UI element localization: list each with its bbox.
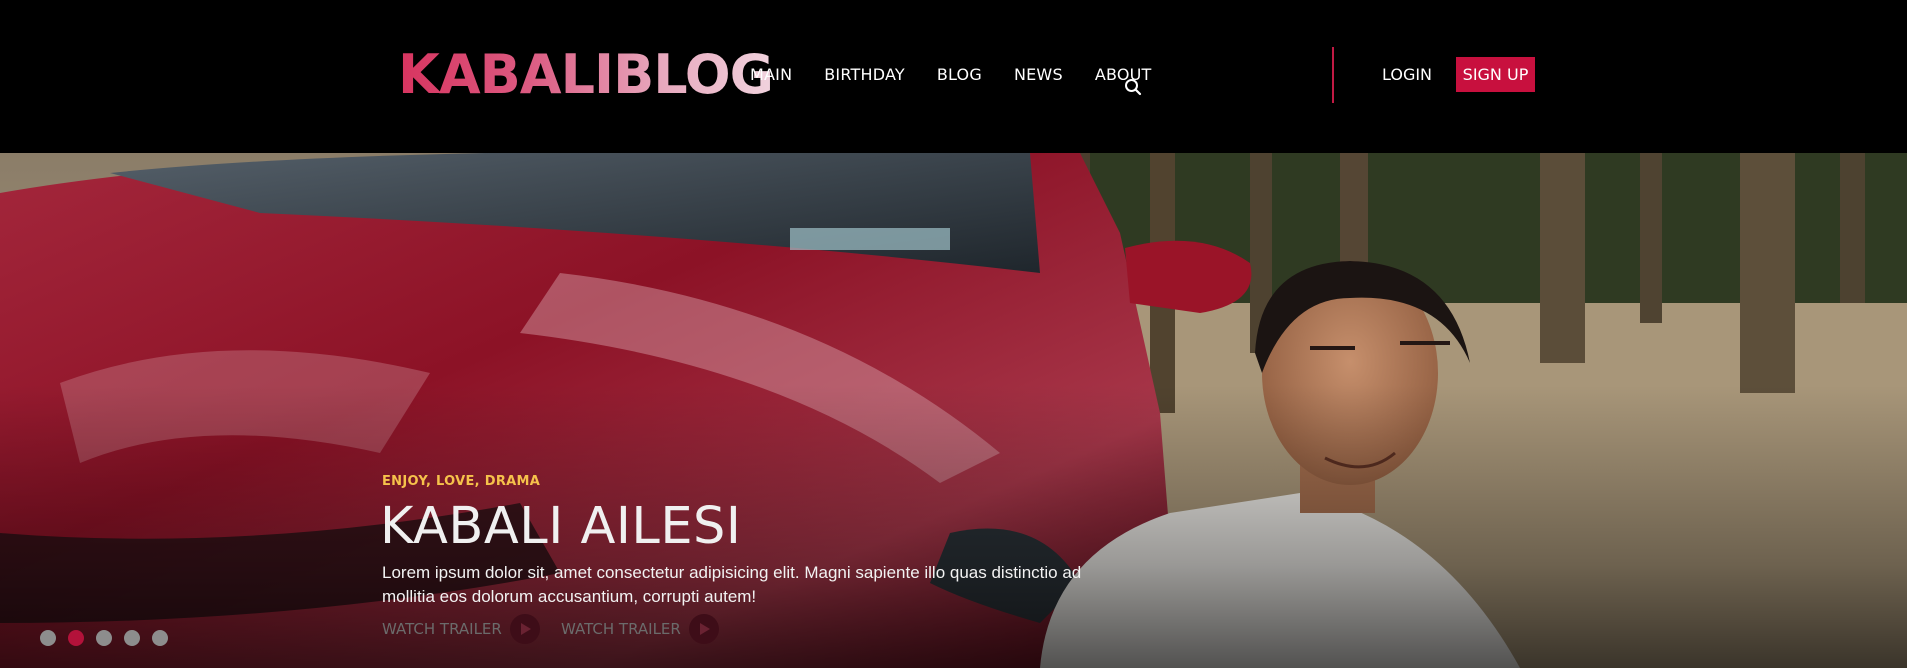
search-icon[interactable]	[1124, 78, 1142, 96]
site-header: KABALI BLOG MAIN BIRTHDAY BLOG NEWS ABOUT…	[0, 0, 1907, 153]
watch-trailer-button[interactable]: WATCH TRAILER	[382, 614, 540, 644]
main-nav: MAIN BIRTHDAY BLOG NEWS ABOUT	[750, 62, 1184, 88]
watch-trailer-label: WATCH TRAILER	[561, 620, 681, 638]
logo-text-first: KABALI	[398, 43, 614, 106]
site-logo[interactable]: KABALI BLOG	[398, 42, 773, 108]
login-link[interactable]: LOGIN	[1382, 62, 1432, 88]
watch-trailer-label: WATCH TRAILER	[382, 620, 502, 638]
watch-trailer-button-2[interactable]: WATCH TRAILER	[561, 614, 719, 644]
header-divider	[1332, 47, 1334, 103]
slider-dot-1[interactable]	[40, 630, 56, 646]
hero-tagline: ENJOY, LOVE, DRAMA	[382, 474, 541, 489]
logo-text-second: BLOG	[613, 43, 773, 106]
play-icon	[688, 614, 719, 644]
nav-item-blog[interactable]: BLOG	[937, 62, 982, 88]
play-icon	[509, 614, 540, 644]
slider-dot-5[interactable]	[152, 630, 168, 646]
slider-dot-3[interactable]	[96, 630, 112, 646]
signup-button[interactable]: SIGN UP	[1456, 57, 1535, 92]
hero-title: KABALI AILESI	[380, 497, 742, 556]
slider-dots	[40, 630, 168, 646]
slider-dot-4[interactable]	[124, 630, 140, 646]
slider-dot-2[interactable]	[68, 630, 84, 646]
nav-item-news[interactable]: NEWS	[1014, 62, 1063, 88]
hero-description: Lorem ipsum dolor sit, amet consectetur …	[382, 563, 1082, 606]
nav-item-birthday[interactable]: BIRTHDAY	[824, 62, 905, 88]
nav-item-main[interactable]: MAIN	[750, 62, 792, 88]
